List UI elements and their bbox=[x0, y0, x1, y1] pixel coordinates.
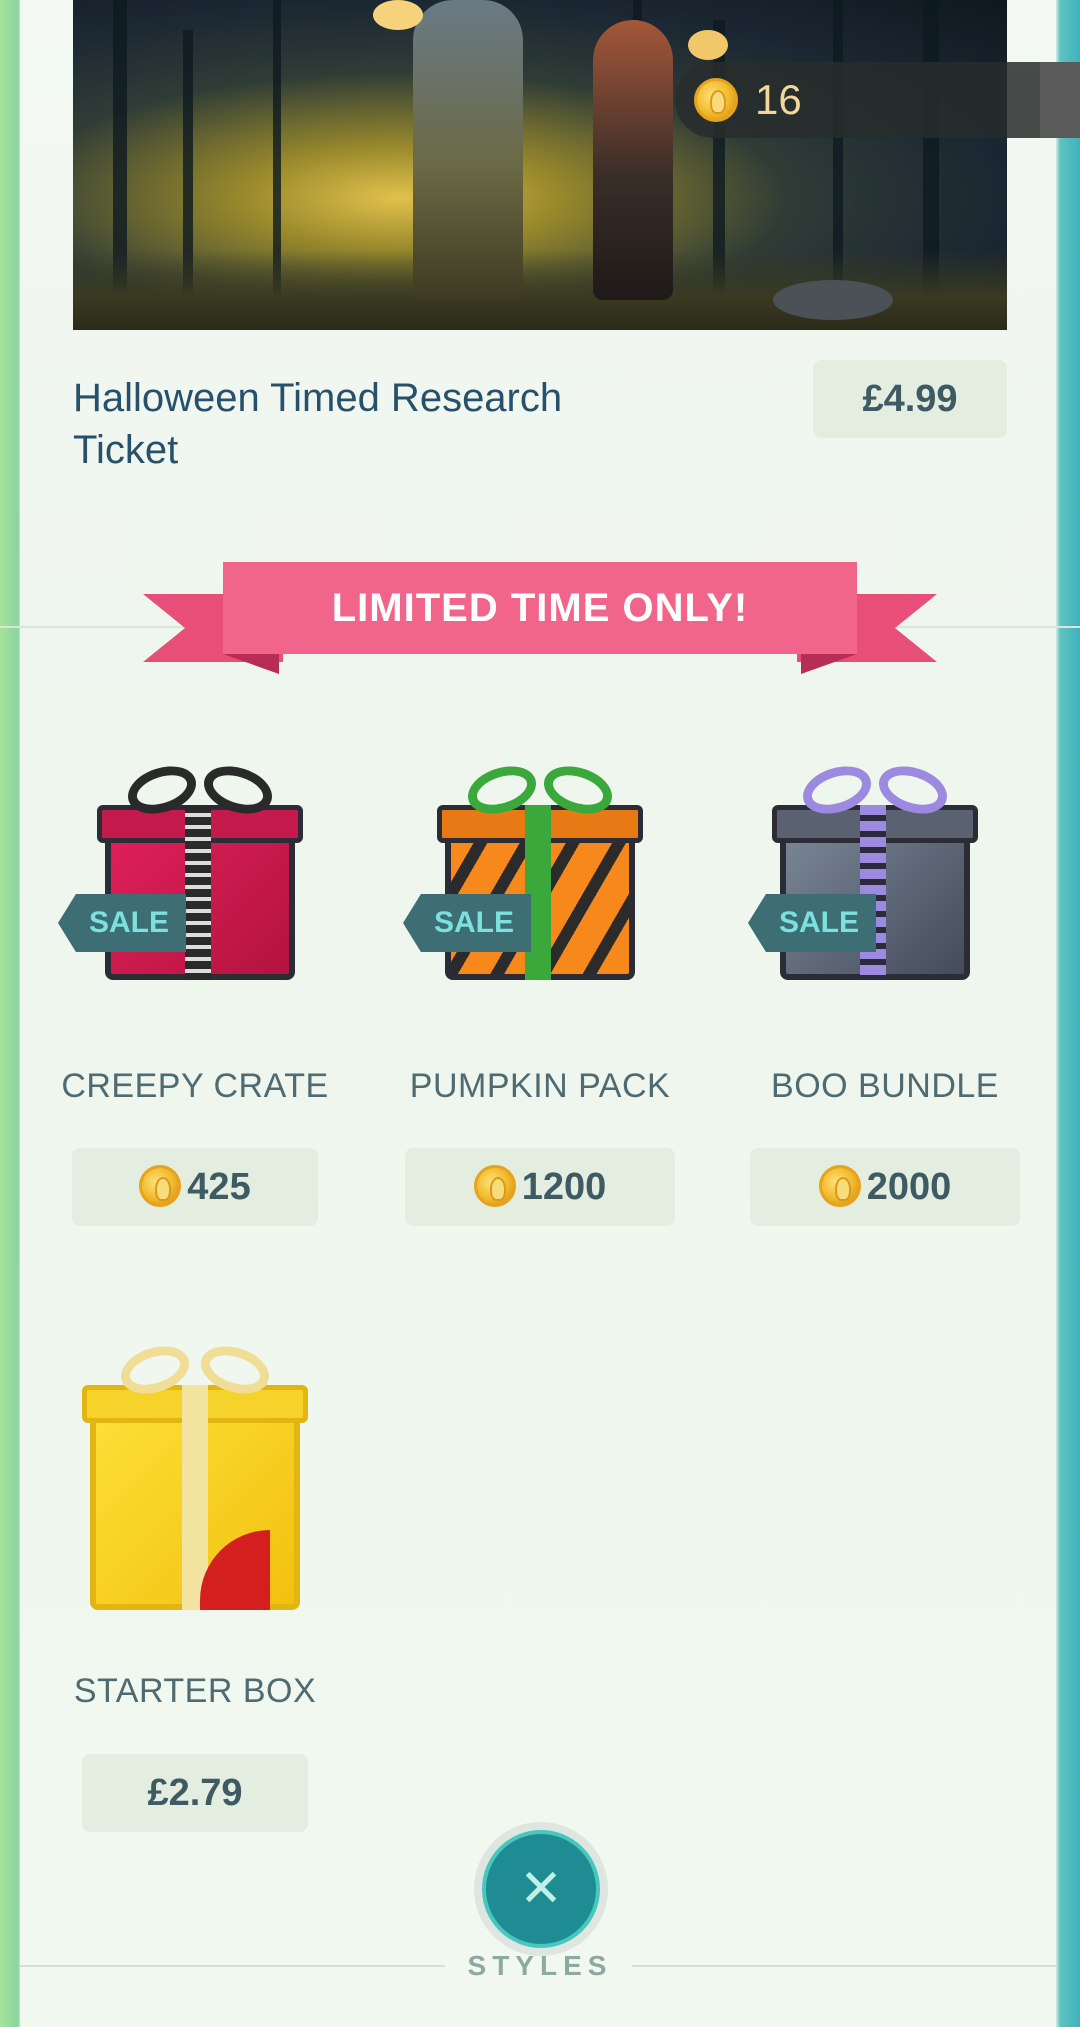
close-button[interactable]: ✕ bbox=[474, 1822, 608, 1956]
bundle-price-button[interactable]: £2.79 bbox=[82, 1754, 308, 1832]
coin-balance-tab: 16 bbox=[675, 62, 1080, 138]
bundle-name: BOO BUNDLE bbox=[771, 1067, 999, 1105]
footer-divider bbox=[632, 1965, 1056, 1967]
sale-badge: SALE bbox=[403, 894, 531, 952]
bundle-name: CREEPY CRATE bbox=[61, 1067, 329, 1105]
coin-icon bbox=[818, 1164, 861, 1207]
sale-badge: SALE bbox=[58, 894, 186, 952]
bundle-price-button[interactable]: 2000 bbox=[750, 1148, 1020, 1226]
styles-label: STYLES bbox=[467, 1950, 613, 1981]
halloween-banner-image[interactable] bbox=[73, 0, 1007, 330]
sale-badge: SALE bbox=[748, 894, 876, 952]
bundle-price-button[interactable]: 1200 bbox=[405, 1148, 675, 1226]
close-icon: ✕ bbox=[482, 1830, 600, 1948]
starter-box-gift-icon bbox=[82, 1338, 308, 1610]
bundle-name: STARTER BOX bbox=[73, 1672, 317, 1710]
coin-icon bbox=[473, 1164, 516, 1207]
featured-price-button[interactable]: £4.99 bbox=[813, 360, 1007, 438]
coin-balance: 16 bbox=[755, 76, 802, 123]
ribbon-label: LIMITED TIME ONLY! bbox=[223, 562, 857, 654]
footer-divider bbox=[20, 1965, 445, 1967]
featured-item-title: Halloween Timed Research Ticket bbox=[73, 376, 563, 472]
bundle-price-button[interactable]: 425 bbox=[72, 1148, 318, 1226]
coin-icon bbox=[694, 78, 738, 122]
bundle-name: PUMPKIN PACK bbox=[409, 1067, 671, 1105]
coin-icon bbox=[139, 1164, 182, 1207]
limited-time-ribbon: LIMITED TIME ONLY! bbox=[143, 562, 937, 682]
